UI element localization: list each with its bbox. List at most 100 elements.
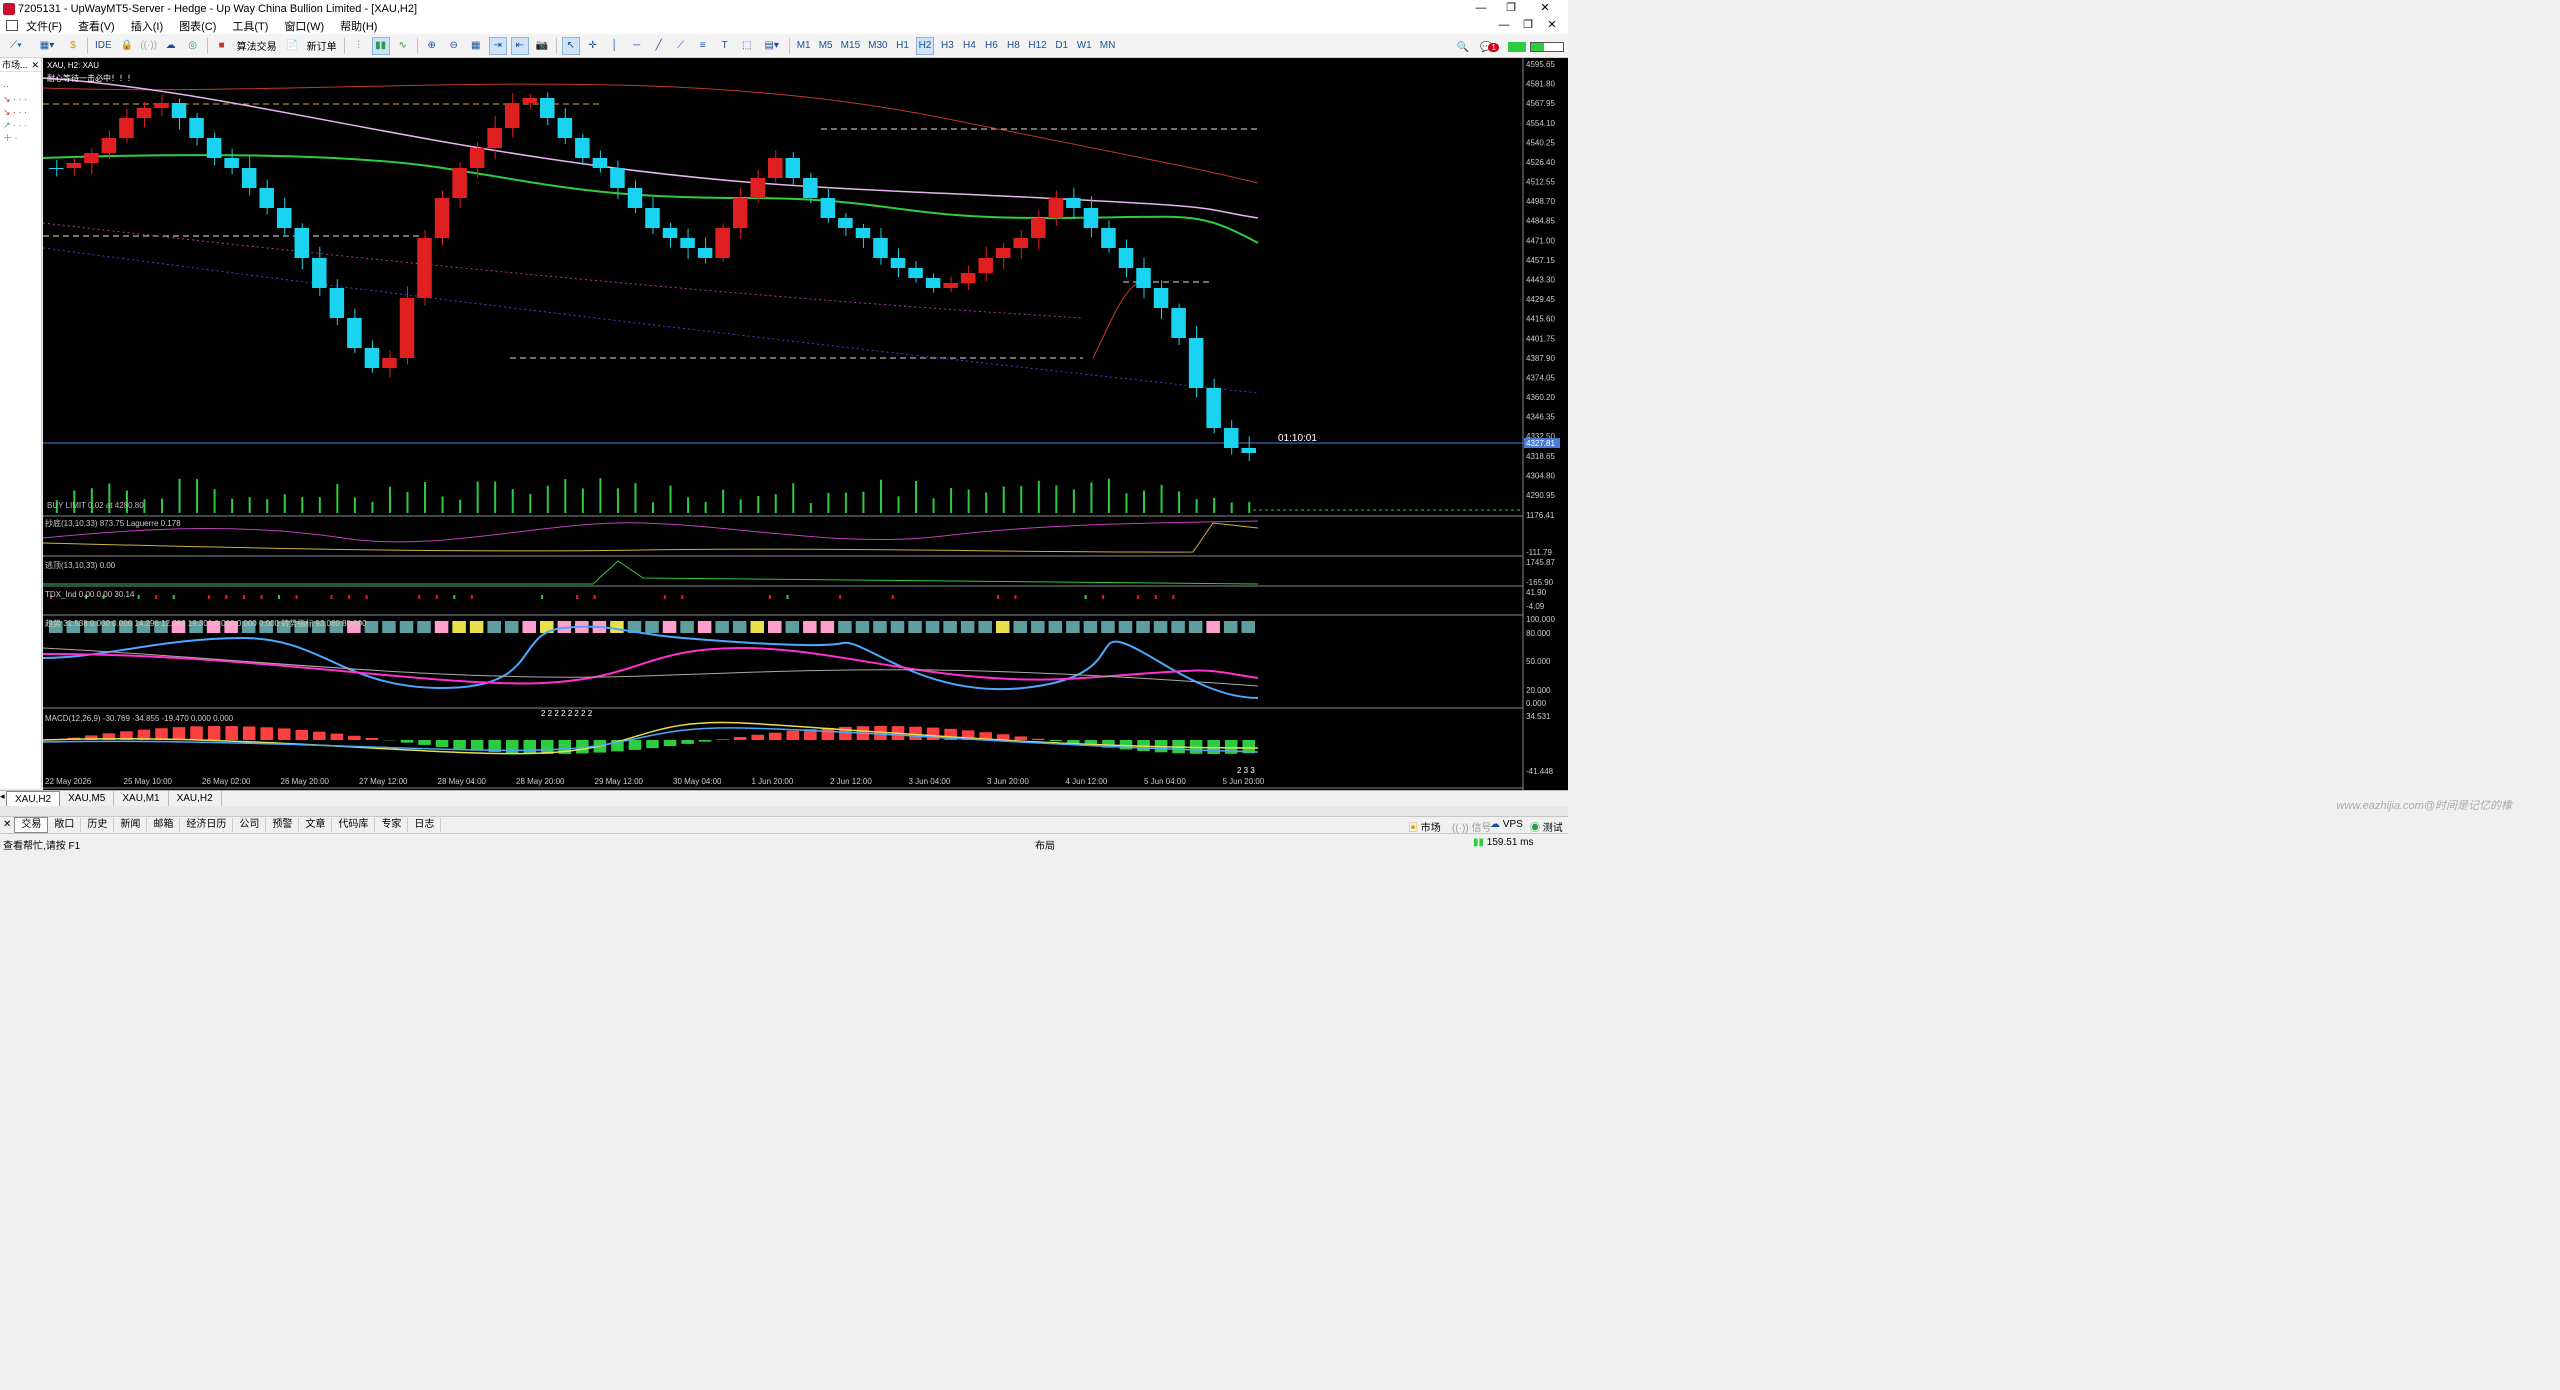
tf-m1[interactable]: M1 <box>795 37 813 55</box>
chart-canvas[interactable]: 4595.65 4581.80 4567.95 4554.10 4540.25 4526.… <box>43 58 1568 790</box>
fibo-icon[interactable]: ≡ <box>694 37 712 55</box>
signal-icon[interactable]: ((·)) <box>140 37 158 55</box>
chart-shift-icon[interactable]: ⇤ <box>510 36 529 55</box>
macd-marks-end: 2 3 3 <box>1237 766 1255 775</box>
tf-m30[interactable]: M30 <box>866 37 889 55</box>
tf-h6[interactable]: H6 <box>982 37 1000 55</box>
tab-history[interactable]: 历史 <box>81 818 115 832</box>
crosshair-icon[interactable]: ✛ <box>584 37 602 55</box>
tools-icon[interactable]: ⟋ <box>672 37 690 55</box>
price-tick-label: 4595.65 <box>1526 60 1555 69</box>
tab-calendar[interactable]: 经济日历 <box>180 818 234 832</box>
tf-h12[interactable]: H12 <box>1026 37 1048 55</box>
tab-journal[interactable]: 日志 <box>408 818 442 832</box>
tab-news[interactable]: 新闻 <box>114 818 148 832</box>
horizontal-line-icon[interactable]: ─ <box>628 37 646 55</box>
macd-bar <box>400 740 414 743</box>
tab-articles[interactable]: 文章 <box>299 818 333 832</box>
menu-help[interactable]: 帮助(H) <box>332 18 385 34</box>
tf-h2[interactable]: H2 <box>915 36 935 55</box>
close-icon[interactable]: ✕ <box>1530 0 1560 17</box>
menu-tools[interactable]: 工具(T) <box>224 18 276 34</box>
tab-experts[interactable]: 专家 <box>375 818 409 832</box>
tf-h1[interactable]: H1 <box>894 37 912 55</box>
mw-row[interactable]: ↗ · · · <box>0 119 41 132</box>
mw-row[interactable]: ·· <box>0 80 41 93</box>
chart-tab[interactable]: XAU,H2 <box>169 791 222 806</box>
menu-file[interactable]: 文件(F) <box>18 18 70 34</box>
tf-d1[interactable]: D1 <box>1053 37 1071 55</box>
chart-close-icon[interactable]: ✕ <box>1540 17 1564 34</box>
tf-h3[interactable]: H3 <box>938 37 956 55</box>
chart-tab[interactable]: XAU,H2 <box>6 791 61 806</box>
maximize-icon[interactable]: ❐ <box>1496 0 1526 17</box>
osc-line <box>43 520 1259 543</box>
cursor-icon[interactable]: ↖ <box>561 36 580 55</box>
menu-window[interactable]: 窗口(W) <box>276 18 332 34</box>
tf-m5[interactable]: M5 <box>817 37 835 55</box>
tab-company[interactable]: 公司 <box>233 818 267 832</box>
ide-button[interactable]: IDE <box>93 37 114 55</box>
mw-row[interactable]: ↘ · · · <box>0 106 41 119</box>
trend-block <box>399 621 414 633</box>
indicators-icon[interactable]: ▤▾ <box>760 37 784 55</box>
menu-charts[interactable]: 图表(C) <box>171 18 224 34</box>
tab-exposure[interactable]: 敞口 <box>48 818 82 832</box>
tab-mailbox[interactable]: 邮箱 <box>147 818 181 832</box>
tab-alerts[interactable]: 预警 <box>266 818 300 832</box>
menu-view[interactable]: 查看(V) <box>70 18 123 34</box>
vertical-line-icon[interactable]: │ <box>606 37 624 55</box>
trendline-icon[interactable]: ╱ <box>650 37 668 55</box>
screenshot-icon[interactable]: 📷 <box>533 37 551 55</box>
close-icon[interactable]: ✕ <box>31 58 39 72</box>
notifications-icon[interactable]: 💬 1 <box>1480 38 1499 56</box>
tdx-bar <box>453 595 456 599</box>
macd-bar <box>277 728 291 740</box>
grid-icon[interactable]: ▦ <box>467 37 485 55</box>
cloud-icon[interactable]: ☁ <box>162 37 180 55</box>
price-tick-label: 4290.95 <box>1526 491 1555 500</box>
chart-restore-icon[interactable]: ❐ <box>1516 17 1540 34</box>
tdx-bar <box>541 595 544 599</box>
tab-trade[interactable]: 交易 <box>14 817 49 833</box>
tab-codebase[interactable]: 代码库 <box>332 818 376 832</box>
autoscroll-icon[interactable]: ⇥ <box>488 36 507 55</box>
menu-insert[interactable]: 插入(I) <box>123 18 171 34</box>
algo-trading-button[interactable]: 算法交易 <box>235 37 279 55</box>
shapes-icon[interactable]: ⬚ <box>738 37 756 55</box>
zoom-out-icon[interactable]: ⊖ <box>445 37 463 55</box>
bar-chart-icon[interactable]: ⫶ <box>350 37 368 55</box>
chart-tab[interactable]: XAU,M1 <box>114 791 169 806</box>
mw-add-icon[interactable]: ＋ · <box>0 132 41 145</box>
minimize-icon[interactable]: — <box>1466 0 1496 17</box>
new-order-button[interactable]: 新订单 <box>305 37 339 55</box>
toolbox-close-icon[interactable]: ✕ <box>0 818 14 832</box>
market-link[interactable]: ▣ 市场 <box>1408 819 1441 834</box>
line-chart-icon[interactable]: ⟋▾ <box>2 37 30 55</box>
tf-m15[interactable]: M15 <box>839 37 862 55</box>
search-icon[interactable]: 🔍 <box>1454 38 1472 56</box>
lock-icon[interactable]: 🔒 <box>118 37 136 55</box>
vps-link[interactable]: ☁ VPS <box>1490 819 1523 830</box>
candle-body <box>1206 388 1221 428</box>
tf-h4[interactable]: H4 <box>960 37 978 55</box>
signals-link[interactable]: ((·)) 信号 <box>1452 819 1491 834</box>
zoom-in-icon[interactable]: ⊕ <box>423 37 441 55</box>
trend-block <box>890 621 905 633</box>
refresh-icon[interactable]: ◎ <box>184 37 202 55</box>
tester-link[interactable]: ◉ 测试 <box>1530 819 1563 834</box>
chart-minimize-icon[interactable]: — <box>1492 17 1516 34</box>
candlestick-icon[interactable]: ▮▮ <box>371 36 390 55</box>
chart-tab[interactable]: XAU,M5 <box>60 791 115 806</box>
tf-h8[interactable]: H8 <box>1004 37 1022 55</box>
line-icon[interactable]: ∿ <box>394 37 412 55</box>
tdx-bar <box>155 595 158 599</box>
text-icon[interactable]: T <box>716 37 734 55</box>
pane2-bottom: -165.90 <box>1526 578 1554 587</box>
tf-w1[interactable]: W1 <box>1075 37 1094 55</box>
mw-row[interactable]: ↘ · · · <box>0 93 41 106</box>
chart-area[interactable]: 4595.65 4581.80 4567.95 4554.10 4540.25 4526.… <box>43 58 1568 790</box>
dollar-icon[interactable]: $ <box>64 37 82 55</box>
tf-mn[interactable]: MN <box>1098 37 1118 55</box>
chart-template-icon[interactable]: ▦▾ <box>34 37 60 55</box>
